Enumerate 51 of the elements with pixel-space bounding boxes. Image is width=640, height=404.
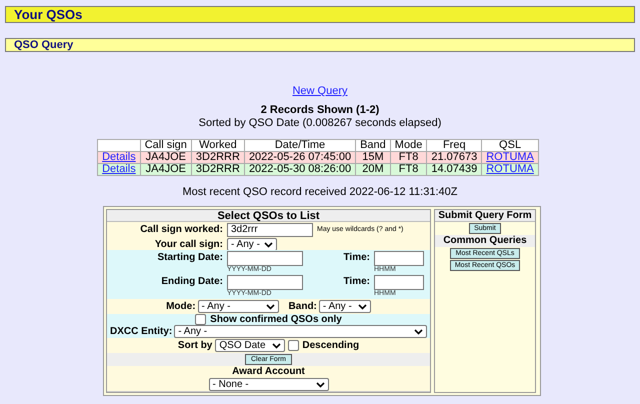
field-label: Ending Date: xyxy=(161,276,223,287)
dropdown-caret-icon xyxy=(266,304,275,310)
call-sign-input[interactable]: 3d2rrr xyxy=(227,223,313,237)
page-title: Your QSOs xyxy=(14,6,82,24)
most-recent-text: Most recent QSO record received 2022-06-12 11:31:40Z xyxy=(182,186,458,198)
dropdown[interactable]: - Any - xyxy=(318,300,371,313)
input-field[interactable] xyxy=(374,251,424,266)
column-header: QSL xyxy=(482,140,538,152)
field-label: Sort by xyxy=(178,340,212,352)
table-cell: 2022-05-30 08:26:00 xyxy=(244,164,356,176)
dropdown[interactable]: - None - xyxy=(208,378,328,391)
dropdown[interactable]: - Any - xyxy=(198,300,279,313)
field-label: Starting Date: xyxy=(157,252,223,263)
input-field[interactable] xyxy=(227,251,303,266)
dropdown-caret-icon xyxy=(272,342,282,348)
dropdown-caret-icon xyxy=(358,304,367,310)
table-cell: JA4JOE xyxy=(140,164,192,176)
column-header: Date/Time xyxy=(244,140,356,152)
field-label: Mode: xyxy=(166,300,196,312)
dropdown-caret-icon xyxy=(264,242,273,248)
field-label: Call sign worked: xyxy=(140,224,223,235)
dropdown[interactable]: - Any - xyxy=(174,325,427,338)
table-cell: 3D2RRR xyxy=(191,164,244,176)
dropdown[interactable]: QSO Date xyxy=(215,339,286,352)
dropdown-caret-icon xyxy=(316,382,324,388)
side-title: Submit Query Form xyxy=(438,210,532,221)
field-label: Band: xyxy=(288,300,317,312)
form-title: Select QSOs to List xyxy=(217,210,320,222)
section-title: QSO Query xyxy=(14,38,74,53)
field-label: Time: xyxy=(344,276,370,287)
column-header: Freq xyxy=(426,140,482,152)
table-cell: 14.07439 xyxy=(426,164,482,176)
column-header: Worked xyxy=(191,140,244,152)
field-label: Time: xyxy=(344,252,370,263)
checkbox-label: Descending xyxy=(302,340,360,352)
field-label: Your call sign: xyxy=(154,238,223,250)
checkbox-label: Show confirmed QSOs only xyxy=(210,314,342,326)
field-label: DXCC Entity: xyxy=(110,326,172,338)
sort-info: Sorted by QSO Date (0.008267 seconds elapsed) xyxy=(198,117,442,129)
table-cell: FT8 xyxy=(390,164,427,176)
field-label: Award Account xyxy=(232,366,305,378)
records-heading: 2 Records Shown (1-2) xyxy=(260,104,380,116)
checkbox[interactable] xyxy=(195,314,206,325)
input-field[interactable] xyxy=(374,275,424,290)
input-field[interactable] xyxy=(227,275,303,290)
checkbox[interactable] xyxy=(288,340,300,351)
side-title: Common Queries xyxy=(443,235,527,246)
new-query-link[interactable]: New Query xyxy=(292,85,348,97)
dropdown-caret-icon xyxy=(414,328,423,334)
table-cell: 20M xyxy=(356,164,390,176)
dropdown[interactable]: - Any - xyxy=(227,238,277,251)
